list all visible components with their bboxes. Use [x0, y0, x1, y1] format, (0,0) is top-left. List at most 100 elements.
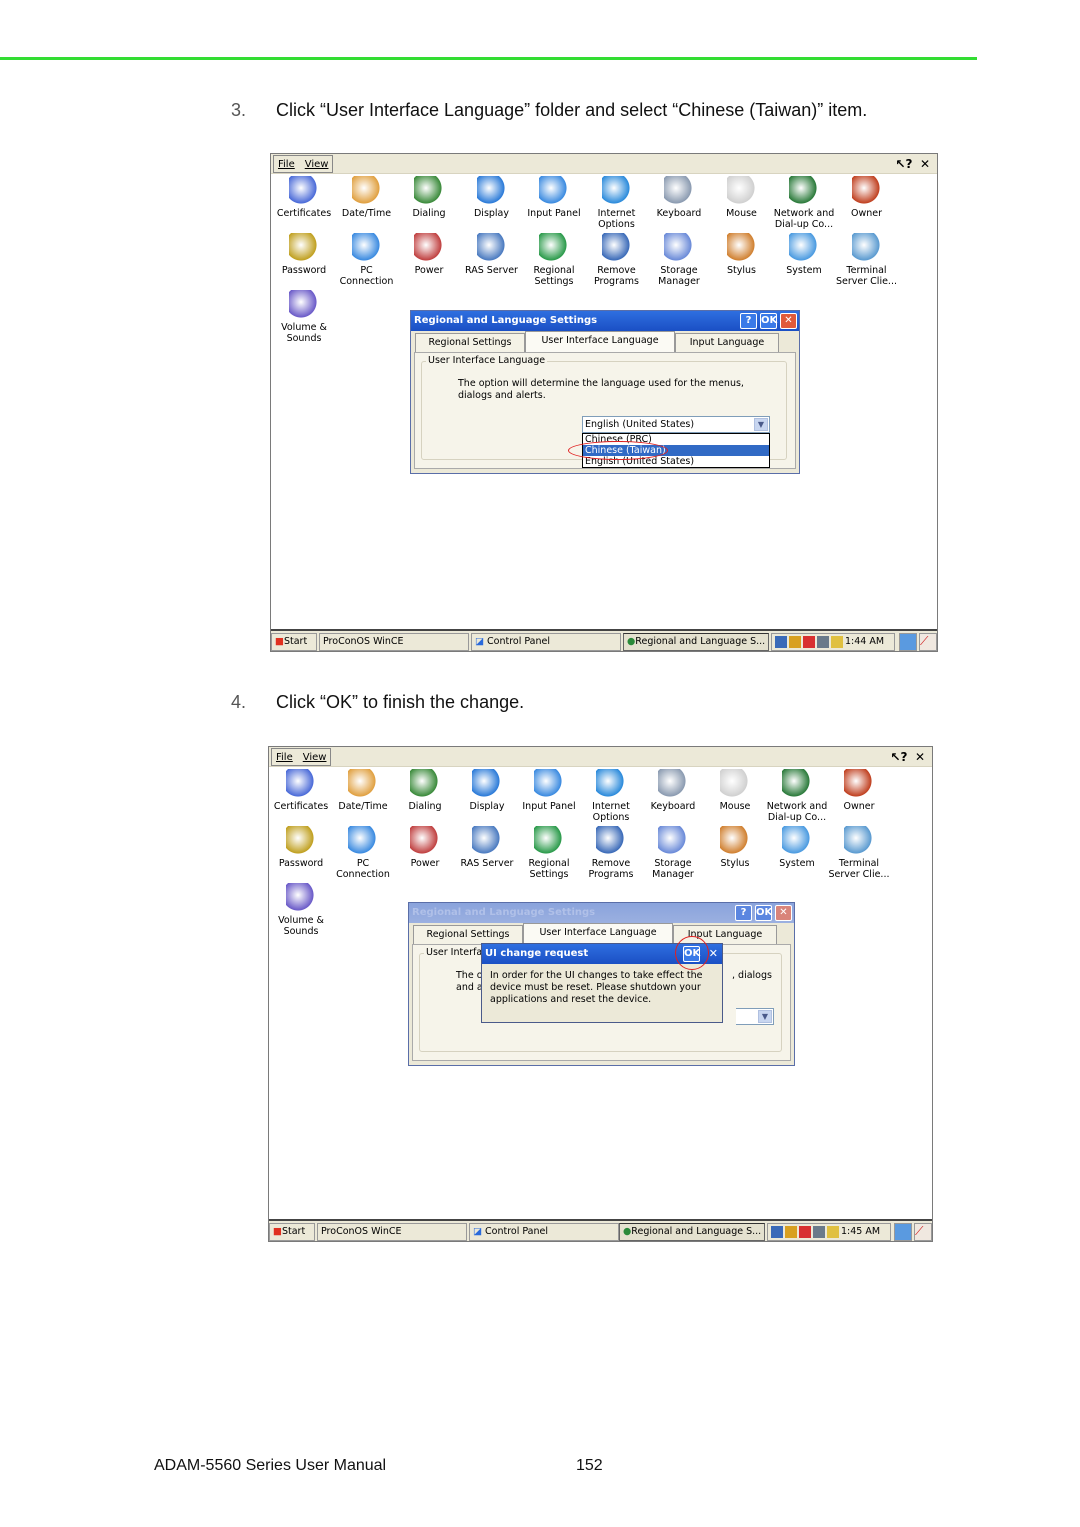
- start-button[interactable]: ■Start: [269, 1223, 315, 1241]
- control-panel-item[interactable]: Dialing: [396, 174, 462, 219]
- control-panel-item[interactable]: Owner: [834, 174, 900, 219]
- pen-tray-icon[interactable]: [817, 636, 829, 648]
- taskbar-item-regional[interactable]: ●Regional and Language S...: [623, 633, 769, 651]
- clock: 1:45 AM: [841, 1226, 881, 1237]
- close-button[interactable]: ✕: [780, 313, 797, 329]
- tab-regional-settings[interactable]: Regional Settings: [413, 925, 523, 944]
- control-panel-item[interactable]: Terminal Server Clie...: [826, 824, 892, 880]
- pc-connection-icon: [348, 826, 378, 856]
- chevron-down-icon[interactable]: ▼: [758, 1010, 772, 1023]
- pen-tray-icon[interactable]: [813, 1226, 825, 1238]
- language-combo[interactable]: ▼: [736, 1008, 774, 1025]
- control-panel-item[interactable]: Owner: [826, 767, 892, 812]
- control-panel-item[interactable]: Date/Time: [330, 767, 396, 812]
- chevron-down-icon[interactable]: ▼: [754, 418, 768, 431]
- wince-screenshot-2: File View ↖? ✕ Certificates Date/Time Dial…: [268, 746, 933, 1242]
- usb-tray-icon[interactable]: [789, 636, 801, 648]
- ok-button[interactable]: OK: [760, 313, 777, 329]
- control-panel-item[interactable]: System: [764, 824, 830, 869]
- option-english-us[interactable]: English (United States): [583, 456, 769, 467]
- control-panel-item[interactable]: Regional Settings: [521, 231, 587, 287]
- control-panel-item[interactable]: RAS Server: [454, 824, 520, 869]
- control-panel-item[interactable]: Keyboard: [646, 174, 712, 219]
- certificates-gear-icon: [286, 769, 316, 799]
- menu-view[interactable]: View: [303, 752, 327, 763]
- taskbar-item-control-panel[interactable]: ◪ Control Panel: [471, 633, 621, 651]
- usb-tray-icon[interactable]: [785, 1226, 797, 1238]
- tab-input-language[interactable]: Input Language: [673, 925, 777, 944]
- power-tray-icon[interactable]: [831, 636, 843, 648]
- control-panel-item[interactable]: Stylus: [702, 824, 768, 869]
- menu-file[interactable]: File: [278, 159, 295, 170]
- tab-regional-settings[interactable]: Regional Settings: [415, 333, 525, 352]
- control-panel-item[interactable]: Date/Time: [334, 174, 400, 219]
- control-panel-item[interactable]: Power: [396, 231, 462, 276]
- control-panel-item[interactable]: Terminal Server Clie...: [834, 231, 900, 287]
- control-panel-item[interactable]: Power: [392, 824, 458, 869]
- option-chinese-prc[interactable]: Chinese (PRC): [583, 434, 769, 445]
- date-time-clock-icon: [351, 176, 382, 206]
- control-panel-item[interactable]: Certificates: [269, 767, 334, 812]
- close-icon[interactable]: ✕: [917, 156, 933, 172]
- help-question-icon[interactable]: ↖?: [890, 749, 908, 765]
- control-panel-item[interactable]: Volume & Sounds: [269, 881, 334, 937]
- ok-button[interactable]: OK: [755, 905, 772, 921]
- control-panel-item[interactable]: Storage Manager: [646, 231, 712, 287]
- control-panel-item[interactable]: Internet Options: [578, 767, 644, 823]
- control-panel-item[interactable]: Remove Programs: [578, 824, 644, 880]
- close-icon[interactable]: ✕: [912, 749, 928, 765]
- control-panel-item[interactable]: PC Connection: [334, 231, 400, 287]
- help-button[interactable]: ?: [740, 313, 757, 329]
- menu-file[interactable]: File: [276, 752, 293, 763]
- keyboard-toggle-icon[interactable]: ⟋: [914, 1223, 932, 1241]
- help-question-icon[interactable]: ↖?: [895, 156, 913, 172]
- control-panel-item[interactable]: Remove Programs: [584, 231, 650, 287]
- language-combo[interactable]: English (United States) ▼: [582, 416, 770, 433]
- control-panel-item-label: Stylus: [727, 265, 756, 276]
- close-button[interactable]: ✕: [775, 905, 792, 921]
- message-close-button[interactable]: ✕: [709, 944, 718, 964]
- control-panel-item[interactable]: Network and Dial-up Co...: [764, 767, 830, 823]
- control-panel-item[interactable]: Internet Options: [584, 174, 650, 230]
- control-panel-item[interactable]: Certificates: [271, 174, 337, 219]
- network-tray-icon[interactable]: [775, 636, 787, 648]
- option-chinese-taiwan[interactable]: Chinese (Taiwan): [583, 445, 769, 456]
- taskbar-item-proconos[interactable]: ProConOS WinCE: [317, 1223, 467, 1241]
- taskbar-item-proconos[interactable]: ProConOS WinCE: [319, 633, 469, 651]
- network-tray-icon[interactable]: [771, 1226, 783, 1238]
- control-panel-item[interactable]: Network and Dial-up Co...: [771, 174, 837, 230]
- start-button[interactable]: ■Start: [271, 633, 317, 651]
- help-button[interactable]: ?: [735, 905, 752, 921]
- control-panel-item[interactable]: Display: [459, 174, 525, 219]
- tab-user-interface-language[interactable]: User Interface Language: [525, 331, 675, 352]
- control-panel-item[interactable]: PC Connection: [330, 824, 396, 880]
- control-panel-item[interactable]: Display: [454, 767, 520, 812]
- taskbar-item-regional[interactable]: ●Regional and Language S...: [619, 1223, 765, 1241]
- control-panel-item[interactable]: Keyboard: [640, 767, 706, 812]
- control-panel-item[interactable]: Mouse: [709, 174, 775, 219]
- control-panel-item[interactable]: Input Panel: [521, 174, 587, 219]
- control-panel-item[interactable]: Storage Manager: [640, 824, 706, 880]
- menu-view[interactable]: View: [305, 159, 329, 170]
- maple-tray-icon[interactable]: [803, 636, 815, 648]
- control-panel-item[interactable]: System: [771, 231, 837, 276]
- control-panel-item[interactable]: Password: [271, 231, 337, 276]
- desktop-icon[interactable]: [894, 1223, 912, 1241]
- desktop-icon[interactable]: [899, 633, 917, 651]
- control-panel-item[interactable]: Dialing: [392, 767, 458, 812]
- tab-user-interface-language[interactable]: User Interface Language: [523, 923, 673, 944]
- message-ok-button[interactable]: OK: [683, 946, 700, 962]
- control-panel-item[interactable]: Stylus: [709, 231, 775, 276]
- maple-tray-icon[interactable]: [799, 1226, 811, 1238]
- power-tray-icon[interactable]: [827, 1226, 839, 1238]
- taskbar-item-control-panel[interactable]: ◪ Control Panel: [469, 1223, 619, 1241]
- control-panel-item[interactable]: Mouse: [702, 767, 768, 812]
- control-panel-item[interactable]: RAS Server: [459, 231, 525, 276]
- tab-input-language[interactable]: Input Language: [675, 333, 779, 352]
- control-panel-item[interactable]: Input Panel: [516, 767, 582, 812]
- control-panel-item[interactable]: Volume & Sounds: [271, 288, 337, 344]
- keyboard-toggle-icon[interactable]: ⟋: [919, 633, 937, 651]
- control-panel-item[interactable]: Regional Settings: [516, 824, 582, 880]
- control-panel-item[interactable]: Password: [269, 824, 334, 869]
- step-number: 3.: [231, 100, 247, 120]
